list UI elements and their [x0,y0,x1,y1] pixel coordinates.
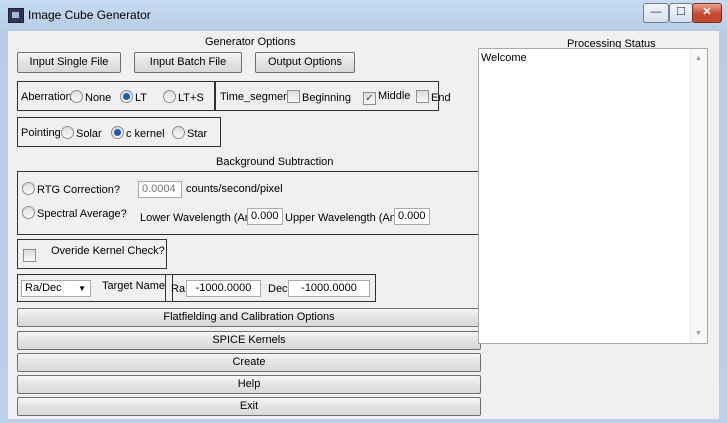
time-beginning-option[interactable]: Beginning [287,90,351,104]
checkbox-checked-icon[interactable]: ✓ [363,92,376,105]
output-options-button[interactable]: Output Options [255,52,355,73]
rtg-correction-option[interactable]: RTG Correction? [22,182,120,196]
time-segment-label: Time_segment [220,91,293,103]
override-kernel-option[interactable] [23,249,38,263]
aberration-lt-label: LT [135,92,148,104]
generator-options-heading: Generator Options [205,36,296,48]
checkbox-icon[interactable] [287,90,300,103]
aberration-lt-option[interactable]: LT [120,90,147,104]
scroll-down-icon[interactable]: ▼ [695,330,702,337]
client-area: Generator Options Input Single File Inpu… [8,31,719,419]
background-subtraction-heading: Background Subtraction [216,156,334,168]
app-icon [8,8,24,23]
chevron-down-icon[interactable]: ▼ [78,281,86,296]
upper-wavelength-field[interactable]: 0.000 [394,208,430,225]
close-button[interactable]: ✕ [692,3,722,23]
app-window: Image Cube Generator — ☐ ✕ Generator Opt… [0,0,727,423]
ra-dec-group: Ra -1000.0000 Dec -1000.0000 [165,274,376,302]
spectral-average-label: Spectral Average? [37,208,127,220]
maximize-button[interactable]: ☐ [669,3,693,23]
aberration-none-label: None [85,92,112,104]
title-bar[interactable]: Image Cube Generator — ☐ ✕ [0,0,727,30]
pointing-label: Pointing [21,127,61,139]
pointing-star-option[interactable]: Star [172,126,207,140]
override-kernel-group: Overide Kernel Check? [17,239,167,269]
dec-label: Dec [268,283,288,295]
rtg-units-label: counts/second/pixel [186,183,283,195]
aberration-label: Aberration [21,91,72,103]
pointing-solar-label: Solar [76,128,102,140]
time-beginning-label: Beginning [302,92,351,104]
radio-icon[interactable] [61,126,74,139]
window-title: Image Cube Generator [28,8,151,22]
pointing-group: Pointing Solar c kernel Star [17,117,221,147]
create-button[interactable]: Create [17,353,481,372]
aberration-none-option[interactable]: None [70,90,111,104]
radio-selected-icon[interactable] [120,90,133,103]
coordinate-select[interactable]: Ra/Dec ▼ [21,280,91,297]
radio-icon[interactable] [22,182,35,195]
rtg-correction-label: RTG Correction? [37,184,120,196]
override-kernel-label: Overide Kernel Check? [51,245,165,257]
input-batch-file-button[interactable]: Input Batch File [134,52,242,73]
flatfielding-button[interactable]: Flatfielding and Calibration Options [17,308,481,327]
pointing-ckernel-option[interactable]: c kernel [111,126,165,140]
checkbox-icon[interactable] [23,249,36,262]
radio-icon[interactable] [163,90,176,103]
background-subtraction-group: RTG Correction? 0.0004 counts/second/pix… [17,171,481,235]
status-text: Welcome [481,52,527,64]
spice-kernels-button[interactable]: SPICE Kernels [17,331,481,350]
pointing-solar-option[interactable]: Solar [61,126,102,140]
radio-icon[interactable] [70,90,83,103]
pointing-star-label: Star [187,128,208,140]
radio-icon[interactable] [22,206,35,219]
aberration-group: Aberration None LT LT+S [17,81,215,111]
coordinate-select-value: Ra/Dec [25,282,62,294]
checkbox-icon[interactable] [416,90,429,103]
lower-wavelength-field[interactable]: 0.000 [247,208,283,225]
dec-field[interactable]: -1000.0000 [288,280,370,297]
aberration-lts-option[interactable]: LT+S [163,90,204,104]
minimize-button[interactable]: — [643,3,669,23]
help-button[interactable]: Help [17,375,481,394]
exit-button[interactable]: Exit [17,397,481,416]
target-select-group: Ra/Dec ▼ Target Name [17,274,173,302]
time-end-label: End [431,92,451,104]
target-name-label: Target Name [102,280,165,292]
radio-selected-icon[interactable] [111,126,124,139]
input-single-file-button[interactable]: Input Single File [17,52,121,73]
scroll-up-icon[interactable]: ▲ [695,55,702,62]
spectral-average-option[interactable]: Spectral Average? [22,206,127,220]
pointing-ckernel-label: c kernel [126,128,165,140]
aberration-lts-label: LT+S [178,92,204,104]
time-middle-label: Middle [378,90,411,102]
status-scrollbar[interactable]: ▲ ▼ [690,49,707,343]
ra-field[interactable]: -1000.0000 [186,280,261,297]
time-segment-group: Time_segment Beginning ✓ Middle End [215,81,451,111]
time-middle-option[interactable]: ✓ Middle [363,90,410,105]
rtg-value-field[interactable]: 0.0004 [138,181,182,198]
time-end-option[interactable]: End [416,90,451,104]
processing-status-panel[interactable]: Welcome ▲ ▼ [478,48,708,344]
ra-label: Ra [171,283,186,295]
lower-wavelength-label: Lower Wavelength (Ang) [140,212,261,224]
upper-wavelength-label: Upper Wavelength (Ang) [285,212,406,224]
radio-icon[interactable] [172,126,185,139]
